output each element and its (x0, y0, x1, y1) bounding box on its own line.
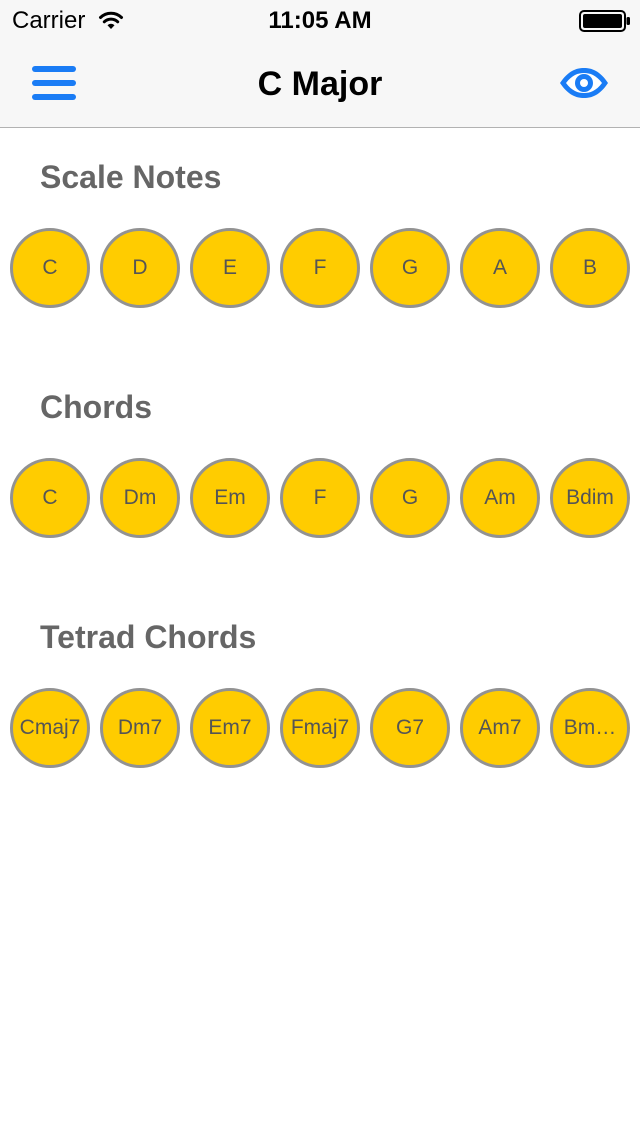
circle-label: Am (484, 486, 516, 509)
status-bar: Carrier 11:05 AM (0, 0, 640, 40)
scale-note-button[interactable]: D (100, 228, 180, 308)
circle-label: F (313, 486, 327, 509)
clock-label: 11:05 AM (268, 7, 372, 34)
circle-label: Dm (123, 486, 157, 509)
circle-label: G (401, 486, 419, 509)
battery-icon (579, 10, 630, 32)
circle-label: A (492, 256, 507, 279)
circle-label: Dm7 (117, 716, 163, 739)
tetrad-chord-button[interactable]: Fmaj7 (280, 688, 360, 768)
scale-note-button[interactable]: B (550, 228, 630, 308)
chords-row: C Dm Em F G Am Bdim (10, 458, 630, 538)
chord-button[interactable]: C (10, 458, 90, 538)
scale-note-button[interactable]: F (280, 228, 360, 308)
circle-label: Em (214, 486, 246, 509)
circle-label: Bm… (563, 716, 617, 739)
tetrad-chord-button[interactable]: Am7 (460, 688, 540, 768)
circle-label: Am7 (478, 716, 522, 739)
chord-button[interactable]: F (280, 458, 360, 538)
tetrad-chord-button[interactable]: Bm… (550, 688, 630, 768)
tetrad-chords-row: Cmaj7 Dm7 Em7 Fmaj7 G7 Am7 Bm… (10, 688, 630, 768)
chord-button[interactable]: G (370, 458, 450, 538)
circle-label: B (582, 256, 597, 279)
circle-label: Cmaj7 (19, 716, 81, 739)
circle-label: C (42, 256, 58, 279)
circle-label: G (401, 256, 419, 279)
scale-note-button[interactable]: E (190, 228, 270, 308)
scale-note-button[interactable]: A (460, 228, 540, 308)
tetrad-chord-button[interactable]: G7 (370, 688, 450, 768)
circle-label: Em7 (208, 716, 252, 739)
tetrad-chord-button[interactable]: Em7 (190, 688, 270, 768)
scale-notes-row: CDEFGAB (10, 228, 630, 308)
tetrad-chord-button[interactable]: Dm7 (100, 688, 180, 768)
chord-button[interactable]: Am (460, 458, 540, 538)
circle-label: G7 (395, 716, 424, 739)
eye-icon (560, 68, 608, 98)
chord-button[interactable]: Dm (100, 458, 180, 538)
section-title-tetrad-chords: Tetrad Chords (40, 619, 257, 655)
circle-label: Fmaj7 (290, 716, 350, 739)
circle-label: D (132, 256, 148, 279)
view-toggle-button[interactable] (558, 66, 610, 100)
circle-label: F (313, 256, 327, 279)
scale-note-button[interactable]: C (10, 228, 90, 308)
navigation-bar: C Major (0, 40, 640, 128)
chord-button[interactable]: Em (190, 458, 270, 538)
circle-label: E (222, 256, 237, 279)
scale-note-button[interactable]: G (370, 228, 450, 308)
page-title: C Major (257, 65, 383, 103)
app-screen: Carrier 11:05 AM C Major Scale Notes C D… (0, 0, 640, 1136)
circle-label: C (42, 486, 58, 509)
section-title-scale-notes: Scale Notes (40, 159, 222, 195)
chord-button[interactable]: Bdim (550, 458, 630, 538)
circle-label: Bdim (566, 486, 614, 509)
section-title-chords: Chords (40, 389, 152, 425)
tetrad-chord-button[interactable]: Cmaj7 (10, 688, 90, 768)
